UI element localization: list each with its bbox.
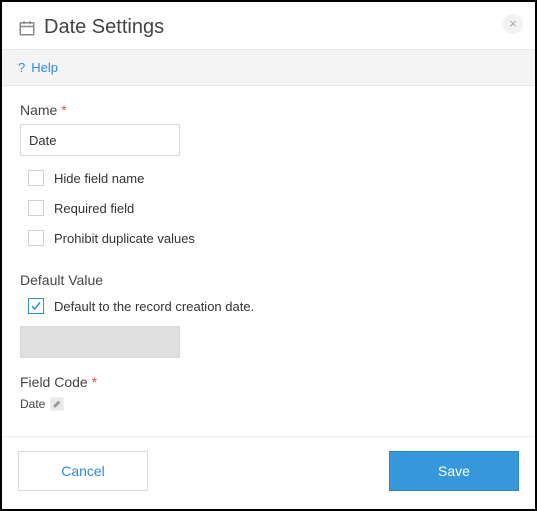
hide-field-name-checkbox[interactable] xyxy=(28,170,44,186)
default-to-creation-row: Default to the record creation date. xyxy=(28,298,517,314)
prohibit-duplicate-checkbox[interactable] xyxy=(28,230,44,246)
hide-field-name-row: Hide field name xyxy=(28,170,517,186)
required-field-row: Required field xyxy=(28,200,517,216)
default-to-creation-label: Default to the record creation date. xyxy=(54,299,254,314)
dialog-footer: Cancel Save xyxy=(2,436,535,509)
required-mark: * xyxy=(61,102,66,118)
dialog-header: Date Settings × xyxy=(2,2,535,49)
required-field-checkbox[interactable] xyxy=(28,200,44,216)
prohibit-duplicate-row: Prohibit duplicate values xyxy=(28,230,517,246)
close-button[interactable]: × xyxy=(503,14,523,34)
cancel-button[interactable]: Cancel xyxy=(18,451,148,491)
prohibit-duplicate-label: Prohibit duplicate values xyxy=(54,231,195,246)
dialog-title: Date Settings xyxy=(44,16,164,39)
field-code-value: Date xyxy=(20,397,45,411)
calendar-icon xyxy=(18,19,36,37)
save-button[interactable]: Save xyxy=(389,451,519,491)
help-bar: ? Help xyxy=(2,49,535,86)
pencil-icon[interactable] xyxy=(49,396,65,412)
name-input[interactable] xyxy=(20,124,180,156)
default-value-label: Default Value xyxy=(20,272,517,288)
required-field-label: Required field xyxy=(54,201,134,216)
default-to-creation-checkbox[interactable] xyxy=(28,298,44,314)
help-link[interactable]: ? Help xyxy=(18,60,58,75)
field-code-label: Field Code * xyxy=(20,374,517,390)
help-label: Help xyxy=(31,60,58,75)
required-mark: * xyxy=(92,374,97,390)
hide-field-name-label: Hide field name xyxy=(54,171,144,186)
help-icon: ? xyxy=(18,60,25,75)
name-label: Name * xyxy=(20,102,517,118)
field-code-value-row: Date xyxy=(20,396,517,412)
default-value-input xyxy=(20,326,180,358)
date-settings-dialog: Date Settings × ? Help Name * Hide field … xyxy=(0,0,537,511)
dialog-body: Name * Hide field name Required field Pr… xyxy=(2,86,535,436)
